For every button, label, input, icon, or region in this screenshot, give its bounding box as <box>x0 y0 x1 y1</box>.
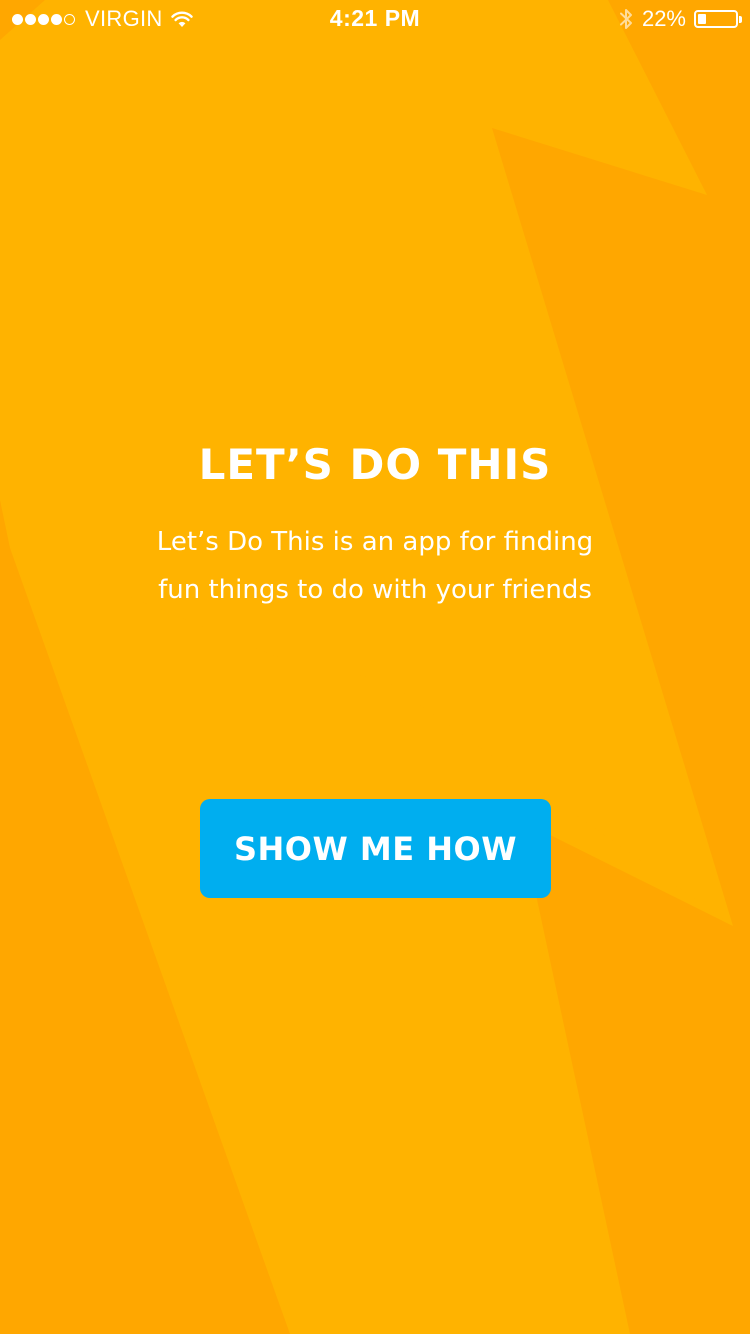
app-description-line-2: fun things to do with your friends <box>158 575 592 605</box>
show-me-how-button[interactable]: SHOW ME HOW <box>200 799 551 898</box>
battery-level-fill <box>698 14 706 24</box>
app-title: LET’S DO THIS <box>198 440 552 489</box>
welcome-screen: VIRGIN 4:21 PM 22% LET’S DO THIS Let’s D… <box>0 0 750 1334</box>
bluetooth-icon <box>618 7 634 31</box>
background-lightning-art <box>0 0 733 1334</box>
intro-section: LET’S DO THIS Let’s Do This is an app fo… <box>0 432 750 614</box>
app-description-line-1: Let’s Do This is an app for finding <box>156 527 594 557</box>
battery-terminal <box>739 16 742 23</box>
battery-percentage: 22% <box>641 6 686 31</box>
status-right: 22% <box>618 6 742 32</box>
status-bar: VIRGIN 4:21 PM 22% <box>0 0 750 40</box>
app-description: Let’s Do This is an app for finding fun … <box>135 518 615 614</box>
battery-icon <box>694 10 742 28</box>
